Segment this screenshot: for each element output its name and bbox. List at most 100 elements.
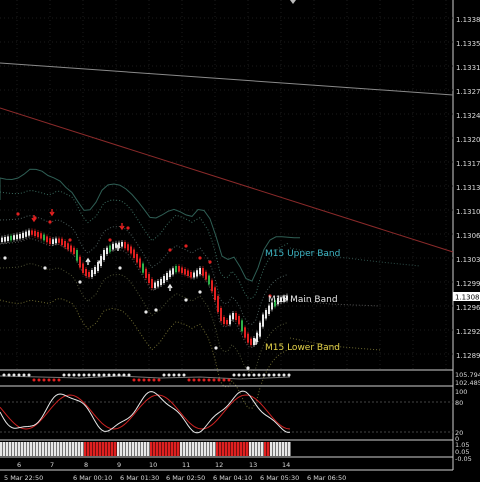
histogram-bar	[267, 442, 270, 456]
inner-lower-band	[0, 263, 289, 373]
indicator-dot	[132, 378, 136, 382]
histogram-bar	[81, 442, 84, 456]
histogram-bar	[150, 442, 153, 456]
time-label: 6 Mar 05:30	[260, 474, 299, 482]
price-label: 1.13205	[456, 136, 480, 144]
time-label: 6 Mar 06:50	[307, 474, 346, 482]
red-dot	[208, 260, 212, 264]
indicator-dot	[242, 373, 246, 377]
main-band-label: M15 Main Band	[268, 295, 338, 305]
candle-body	[49, 238, 51, 244]
candle-body	[220, 308, 222, 321]
time-axis: 5 Mar 22:50 6 Mar 00:10 6 Mar 01:30 6 Ma…	[4, 474, 346, 482]
candle-body	[4, 237, 6, 242]
indicator-dot	[222, 378, 226, 382]
scroll-marker-icon	[290, 0, 296, 4]
candle-body	[139, 258, 141, 268]
indicator-dot	[267, 373, 271, 377]
histogram-bar	[162, 442, 165, 456]
price-label: 1.13385	[456, 16, 480, 24]
price-label: 1.12925	[456, 328, 480, 336]
indicator-dot	[82, 373, 86, 377]
histogram-bar	[54, 442, 57, 456]
indicator-dot	[32, 378, 36, 382]
price-chart[interactable]: M15 Upper Band M15 Main Band M15 Lower B…	[0, 0, 480, 482]
white-dot	[184, 298, 188, 302]
red-trend-line[interactable]	[0, 107, 454, 253]
histogram-bar	[138, 442, 141, 456]
candle-body	[43, 234, 45, 241]
histogram-bar	[168, 442, 171, 456]
stoch-level-label: 80	[455, 399, 463, 407]
candle-body	[76, 250, 78, 261]
histogram-bar	[156, 442, 159, 456]
candle-body	[52, 239, 54, 244]
upper-band-label: M15 Upper Band	[265, 249, 340, 259]
histogram-bar	[63, 442, 66, 456]
histogram-bar	[0, 442, 3, 456]
candle-body	[154, 282, 156, 288]
histogram-bar	[60, 442, 63, 456]
indicator-dot	[67, 373, 71, 377]
histogram-bar	[243, 442, 246, 456]
candle-body	[94, 267, 96, 274]
histogram-bar	[144, 442, 147, 456]
histogram-bar	[282, 442, 285, 456]
histogram-bar	[99, 442, 102, 456]
histogram-bar	[195, 442, 198, 456]
indicator-dot	[157, 378, 161, 382]
price-label: 1.13100	[456, 208, 480, 216]
histogram-bar	[174, 442, 177, 456]
candle-body	[124, 242, 126, 249]
indicator-dot	[177, 373, 181, 377]
candle-body	[97, 262, 99, 271]
candle-body	[163, 276, 165, 283]
stoch-level-label: 100	[455, 388, 467, 396]
histogram-bar	[45, 442, 48, 456]
stoch-main-line	[0, 390, 291, 434]
indicator-dot	[147, 378, 151, 382]
candle-body	[268, 305, 270, 314]
candle-body	[184, 269, 186, 275]
histogram-bar	[72, 442, 75, 456]
indicator-dot	[27, 373, 31, 377]
candle-body	[223, 317, 225, 324]
candle-body	[244, 327, 246, 338]
histogram-bar	[288, 442, 291, 456]
candle-body	[169, 270, 171, 277]
indicator-dot	[127, 373, 131, 377]
histogram-bar	[279, 442, 282, 456]
white-dot	[144, 310, 148, 314]
histogram-bar	[210, 442, 213, 456]
histogram-bar	[126, 442, 129, 456]
indicator-dot	[247, 373, 251, 377]
indicator-dot	[227, 378, 231, 382]
indicator-dot	[102, 373, 106, 377]
indicator-dot	[167, 373, 171, 377]
session-label: 7	[50, 461, 54, 469]
session-label: 12	[215, 461, 223, 469]
white-dot	[246, 366, 250, 370]
red-dot	[126, 226, 130, 230]
white-dot	[98, 260, 102, 264]
histogram-bar	[87, 442, 90, 456]
gray-trend-line[interactable]	[0, 62, 454, 96]
candle-body	[232, 313, 234, 320]
indicator-dot	[252, 373, 256, 377]
histogram-bar	[78, 442, 81, 456]
candle-body	[70, 245, 72, 252]
histogram-bar	[240, 442, 243, 456]
candle-body	[28, 230, 30, 236]
histogram-bar	[120, 442, 123, 456]
dots-indicator	[0, 373, 291, 382]
indicator-dot	[217, 378, 221, 382]
histogram-bar	[186, 442, 189, 456]
indicator-dot	[162, 373, 166, 377]
histogram-bar	[180, 442, 183, 456]
candle-body	[211, 280, 213, 292]
macd-value-top: 105.7946	[455, 371, 480, 379]
indicator-dot	[277, 373, 281, 377]
histogram-bar	[192, 442, 195, 456]
red-dot	[184, 244, 188, 248]
candle-body	[199, 268, 201, 275]
